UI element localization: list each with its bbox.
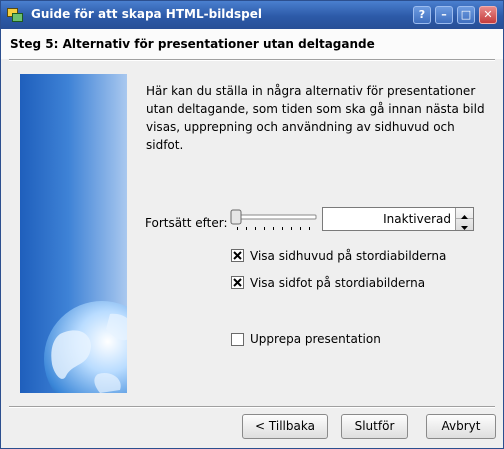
show-header-checkbox[interactable] xyxy=(231,249,244,262)
globe-graphic xyxy=(44,301,127,393)
spinbox-buttons xyxy=(455,208,473,230)
wizard-side-image xyxy=(20,74,127,393)
header-divider xyxy=(9,59,495,61)
spin-up-button[interactable] xyxy=(456,208,473,219)
back-button[interactable]: < Tillbaka xyxy=(242,414,328,439)
show-footer-label[interactable]: Visa sidfot på stordiabilderna xyxy=(250,276,425,290)
continue-after-spinbox[interactable]: Inaktiverad xyxy=(322,207,474,231)
slider-handle xyxy=(230,209,242,225)
finish-button[interactable]: Slutför xyxy=(341,414,408,439)
step-header: Steg 5: Alternativ för presentationer ut… xyxy=(1,29,503,59)
slideshow-app-icon xyxy=(7,7,23,22)
wizard-window: Guide för att skapa HTML-bildspel ? – □ … xyxy=(0,0,504,449)
minimize-button[interactable]: – xyxy=(435,6,453,24)
description-text: Här kan du ställa in några alternativ fö… xyxy=(146,84,485,152)
continue-after-label: Fortsätt efter: xyxy=(145,216,228,230)
footer-divider xyxy=(9,406,495,408)
close-button[interactable]: ✕ xyxy=(479,6,497,24)
repeat-checkbox[interactable] xyxy=(231,333,244,346)
cancel-button[interactable]: Avbryt xyxy=(426,414,496,439)
continue-after-slider[interactable] xyxy=(230,208,318,236)
show-header-label[interactable]: Visa sidhuvud på stordiabilderna xyxy=(250,249,446,263)
checkmark-icon xyxy=(233,278,242,287)
checkmark-icon xyxy=(233,251,242,260)
spin-down-button[interactable] xyxy=(456,219,473,230)
repeat-label[interactable]: Upprepa presentation xyxy=(250,332,381,346)
help-button[interactable]: ? xyxy=(413,6,431,24)
title-bar[interactable]: Guide för att skapa HTML-bildspel ? – □ … xyxy=(1,1,503,29)
window-title: Guide för att skapa HTML-bildspel xyxy=(31,7,262,21)
show-footer-checkbox[interactable] xyxy=(231,276,244,289)
maximize-button[interactable]: □ xyxy=(457,6,475,24)
step-title: Steg 5: Alternativ för presentationer ut… xyxy=(10,37,375,51)
arrow-down-icon xyxy=(461,226,468,230)
spinbox-value: Inaktiverad xyxy=(383,212,451,226)
